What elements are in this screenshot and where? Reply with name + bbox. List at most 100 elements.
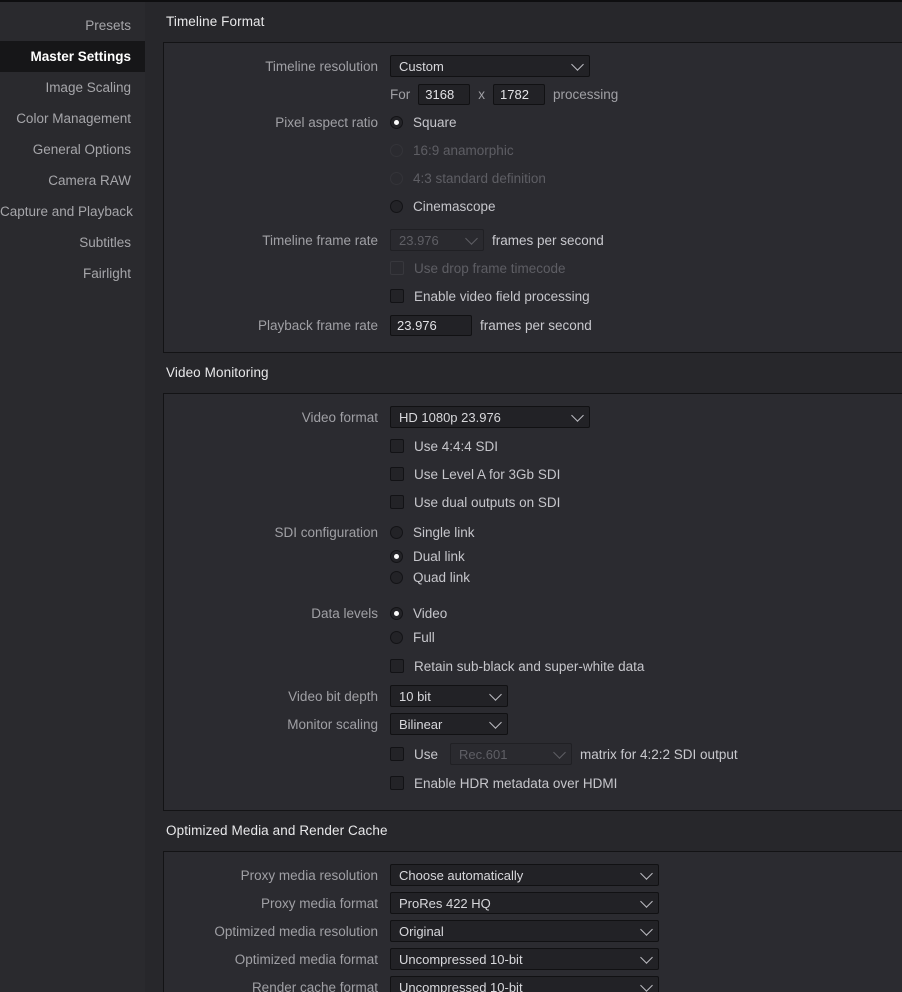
radio-pixel-aspect-anamorphic[interactable]	[390, 143, 403, 157]
dropdown-value: Uncompressed 10-bit	[399, 979, 523, 992]
sidebar-item-label: Presets	[85, 18, 131, 33]
row-optimized-media-resolution: Optimized media resolution Original	[164, 918, 902, 944]
radio-sdi-quad-link[interactable]	[390, 571, 403, 584]
row-pixel-aspect-standard: 4:3 standard definition	[164, 165, 902, 191]
label-use-level-a-for-3gb-sdi: Use Level A for 3Gb SDI	[414, 466, 561, 482]
dropdown-matrix[interactable]: Rec.601	[450, 743, 573, 765]
chevron-down-icon	[489, 716, 502, 729]
checkbox-use-level-a-for-3gb-sdi[interactable]	[390, 467, 404, 481]
checkbox-enable-video-field-processing[interactable]	[390, 289, 404, 303]
row-use-444-sdi: Use 4:4:4 SDI	[164, 433, 902, 459]
label-proxy-media-format: Proxy media format	[260, 895, 378, 911]
chevron-down-icon	[553, 746, 566, 759]
sidebar-item-presets[interactable]: Presets	[0, 10, 145, 41]
input-timeline-height[interactable]: 1782	[493, 83, 545, 105]
dropdown-video-format[interactable]: HD 1080p 23.976	[390, 406, 590, 428]
row-timeline-resolution: Timeline resolution Custom	[164, 53, 902, 79]
input-timeline-width[interactable]: 3168	[418, 83, 471, 105]
label-processing: processing	[553, 86, 619, 102]
dropdown-proxy-media-format[interactable]: ProRes 422 HQ	[390, 892, 659, 914]
chevron-down-icon	[489, 688, 502, 701]
sidebar-item-label: Camera RAW	[48, 173, 131, 188]
label-sdi-configuration: SDI configuration	[274, 524, 378, 540]
dropdown-proxy-media-resolution[interactable]: Choose automatically	[390, 864, 659, 886]
sidebar-item-image-scaling[interactable]: Image Scaling	[0, 72, 145, 103]
row-playback-frame-rate: Playback frame rate 23.976 frames per se…	[164, 312, 902, 338]
label-timeline-resolution: Timeline resolution	[265, 58, 378, 74]
panel-video-monitoring: Video format HD 1080p 23.976 Use 4:4:4 S…	[163, 393, 902, 811]
dropdown-optimized-media-resolution[interactable]: Original	[390, 920, 659, 942]
radio-pixel-aspect-standard[interactable]	[390, 171, 403, 185]
radio-pixel-aspect-square[interactable]	[390, 115, 403, 129]
label-sdi-quad-link: Quad link	[413, 570, 471, 585]
label-sdi-single-link: Single link	[413, 524, 475, 540]
dropdown-timeline-frame-rate[interactable]: 23.976	[390, 229, 484, 251]
checkbox-use-dual-outputs-on-sdi[interactable]	[390, 495, 404, 509]
row-pixel-aspect-anamorphic: 16:9 anamorphic	[164, 137, 902, 163]
chevron-down-icon	[640, 979, 653, 992]
section-title-timeline-format: Timeline Format	[166, 14, 265, 29]
checkbox-use-drop-frame-timecode[interactable]	[390, 261, 404, 275]
row-enable-hdr-metadata: Enable HDR metadata over HDMI	[164, 770, 902, 796]
checkbox-use-matrix[interactable]	[390, 747, 404, 761]
sidebar-item-capture-and-playback[interactable]: Capture and Playback	[0, 196, 145, 227]
checkbox-enable-hdr-metadata-over-hdmi[interactable]	[390, 776, 404, 790]
row-proxy-media-format: Proxy media format ProRes 422 HQ	[164, 890, 902, 916]
label-playback-fps: frames per second	[480, 317, 592, 333]
row-monitor-scaling: Monitor scaling Bilinear	[164, 711, 902, 737]
label-pixel-aspect-standard: 4:3 standard definition	[413, 170, 546, 186]
row-custom-resolution: For 3168 x 1782 processing	[164, 81, 902, 107]
label-pixel-aspect-anamorphic: 16:9 anamorphic	[413, 142, 514, 158]
panel-timeline-format: Timeline resolution Custom For 3168 x 17…	[163, 42, 902, 353]
radio-data-levels-full[interactable]	[390, 631, 403, 644]
row-optimized-media-format: Optimized media format Uncompressed 10-b…	[164, 946, 902, 972]
row-use-dual-outputs: Use dual outputs on SDI	[164, 489, 902, 515]
dropdown-video-bit-depth[interactable]: 10 bit	[390, 685, 508, 707]
radio-sdi-dual-link[interactable]	[390, 550, 403, 563]
chevron-down-icon	[465, 232, 478, 245]
sidebar-item-label: Fairlight	[82, 266, 131, 281]
sidebar-item-color-management[interactable]: Color Management	[0, 103, 145, 134]
input-playback-frame-rate[interactable]: 23.976	[390, 314, 472, 336]
label-use-dual-outputs-on-sdi: Use dual outputs on SDI	[414, 494, 561, 510]
label-use-444-sdi: Use 4:4:4 SDI	[414, 438, 499, 454]
row-drop-frame-timecode: Use drop frame timecode	[164, 255, 902, 281]
label-optimized-media-format: Optimized media format	[234, 951, 378, 967]
row-video-bit-depth: Video bit depth 10 bit	[164, 683, 902, 709]
row-video-field-processing: Enable video field processing	[164, 283, 902, 309]
label-sdi-dual-link: Dual link	[413, 549, 465, 564]
settings-content: Timeline Format Timeline resolution Cust…	[145, 2, 902, 992]
dropdown-monitor-scaling[interactable]: Bilinear	[390, 713, 508, 735]
dropdown-optimized-media-format[interactable]: Uncompressed 10-bit	[390, 948, 659, 970]
label-monitor-scaling: Monitor scaling	[287, 716, 378, 732]
dropdown-value: Rec.601	[459, 746, 508, 762]
checkbox-retain-sub-black-super-white[interactable]	[390, 659, 404, 673]
row-use-level-a: Use Level A for 3Gb SDI	[164, 461, 902, 487]
sidebar-item-camera-raw[interactable]: Camera RAW	[0, 165, 145, 196]
sidebar-item-label: Subtitles	[79, 235, 131, 250]
sidebar-item-subtitles[interactable]: Subtitles	[0, 227, 145, 258]
dropdown-timeline-resolution[interactable]: Custom	[390, 55, 590, 77]
label-pixel-aspect-cinemascope: Cinemascope	[413, 198, 496, 214]
sidebar-item-general-options[interactable]: General Options	[0, 134, 145, 165]
sidebar-item-label: Color Management	[16, 111, 131, 126]
sidebar-item-fairlight[interactable]: Fairlight	[0, 258, 145, 289]
sidebar-item-label: Image Scaling	[45, 80, 131, 95]
radio-pixel-aspect-cinemascope[interactable]	[390, 199, 403, 213]
label-enable-video-field-processing: Enable video field processing	[414, 288, 590, 304]
label-for: For	[390, 86, 411, 102]
sidebar-item-master-settings[interactable]: Master Settings	[0, 41, 145, 72]
sidebar-item-label: Master Settings	[30, 49, 131, 64]
row-render-cache-format: Render cache format Uncompressed 10-bit	[164, 974, 902, 992]
radio-data-levels-video[interactable]	[390, 606, 403, 620]
checkbox-use-444-sdi[interactable]	[390, 439, 404, 453]
sidebar-item-label: General Options	[32, 142, 131, 157]
label-frames-per-second: frames per second	[492, 232, 604, 248]
label-optimized-media-resolution: Optimized media resolution	[214, 923, 378, 939]
label-timeline-frame-rate: Timeline frame rate	[262, 232, 378, 248]
radio-sdi-single-link[interactable]	[390, 525, 403, 539]
dropdown-render-cache-format[interactable]: Uncompressed 10-bit	[390, 976, 659, 992]
label-playback-frame-rate: Playback frame rate	[257, 317, 378, 333]
label-video-format: Video format	[301, 409, 378, 425]
sidebar-item-label: Capture and Playback	[0, 204, 133, 219]
